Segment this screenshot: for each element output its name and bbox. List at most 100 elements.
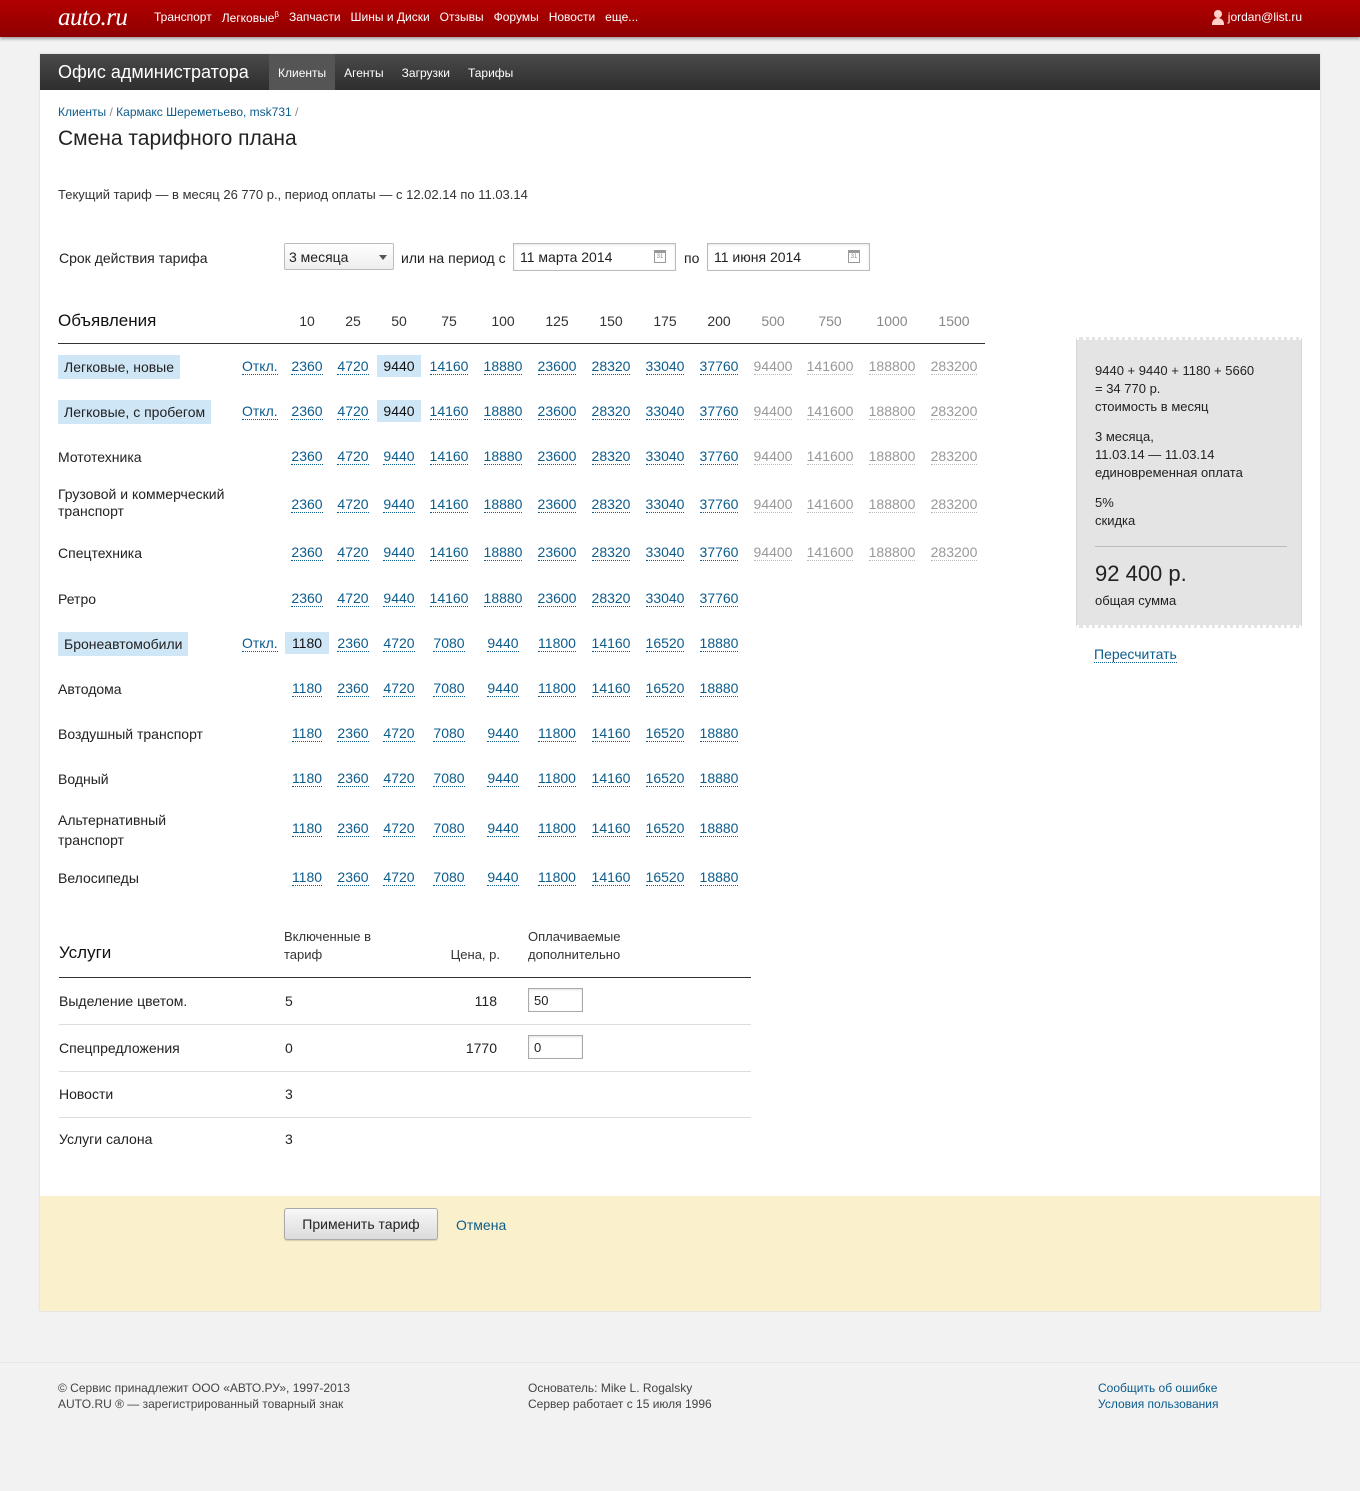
services-divider: [59, 977, 751, 978]
footer-server: Сервер работает с 15 июля 1996: [528, 1397, 712, 1411]
tariff-cell-value: 14160: [429, 544, 469, 561]
tariff-cell-value: 23600: [537, 496, 577, 513]
tariff-cell[interactable]: 188800: [860, 358, 924, 375]
tariff-cell-value: 37760: [699, 448, 739, 465]
column-header: 150: [599, 313, 623, 329]
tariff-cell[interactable]: 18880: [687, 635, 751, 652]
date-to-field[interactable]: 11 июня 2014 31: [707, 243, 870, 271]
apply-tariff-button[interactable]: Применить тариф: [284, 1208, 438, 1240]
tariff-cell[interactable]: 18880: [687, 770, 751, 787]
calendar-icon[interactable]: 31: [654, 250, 666, 263]
service-paid-input[interactable]: [528, 1035, 583, 1059]
tariff-cell[interactable]: 18880: [687, 680, 751, 697]
terms-link[interactable]: Условия пользования: [1098, 1396, 1219, 1412]
tariff-cell[interactable]: 283200: [922, 496, 986, 513]
tariff-cell[interactable]: 188800: [860, 448, 924, 465]
nav-item-cars[interactable]: Легковыеβ: [222, 10, 279, 25]
tariff-cell-value: 283200: [930, 544, 978, 561]
tariff-cell[interactable]: 283200: [922, 448, 986, 465]
tariff-cell-value: 11800: [538, 820, 576, 837]
tariff-cell[interactable]: 37760: [687, 590, 751, 607]
tariff-cell[interactable]: 9440: [377, 400, 421, 422]
tariff-cell-value: 37760: [699, 403, 739, 420]
tariff-cell[interactable]: 283200: [922, 358, 986, 375]
footer-about: Основатель: Mike L. Rogalsky Сервер рабо…: [528, 1380, 712, 1412]
tariff-cell-value: 141600: [806, 358, 854, 375]
tariff-cell[interactable]: 4720: [321, 358, 385, 375]
services-col-paid: Оплачиваемые дополнительно: [528, 929, 621, 962]
summary-duration: 3 месяца,: [1095, 429, 1154, 444]
nav-item-more[interactable]: еще...: [605, 10, 638, 25]
service-included: 3: [285, 1131, 293, 1147]
breadcrumb-separator: /: [295, 105, 299, 119]
breadcrumb-clients[interactable]: Клиенты: [58, 105, 106, 119]
tariff-cell-value: 4720: [337, 590, 369, 607]
tariff-cell[interactable]: 94400: [741, 496, 805, 513]
tariff-cell-value: 18880: [483, 544, 523, 561]
site-logo[interactable]: auto.ru: [58, 4, 128, 32]
tariff-cell[interactable]: 141600: [798, 544, 862, 561]
tariff-cell-value: 33040: [645, 403, 685, 420]
calendar-icon[interactable]: 31: [848, 250, 860, 263]
tariff-cell-value: 4720: [337, 496, 369, 513]
tariff-cell[interactable]: 18880: [687, 820, 751, 837]
ads-row-label: Велосипеды: [58, 870, 139, 886]
tariff-cell[interactable]: 18880: [687, 869, 751, 886]
tariff-cell-value: 14160: [429, 403, 469, 420]
breadcrumb-client[interactable]: Кармакс Шереметьево, msk731: [116, 105, 292, 119]
tariff-cell[interactable]: 283200: [922, 544, 986, 561]
user-email[interactable]: jordan@list.ru: [1228, 10, 1302, 24]
tariff-cell-value: 9440: [383, 496, 415, 513]
breadcrumb-separator: /: [109, 105, 113, 119]
tariff-cell[interactable]: 94400: [741, 403, 805, 420]
disable-link[interactable]: Откл.: [242, 403, 278, 420]
period-select[interactable]: 3 месяца: [284, 243, 394, 270]
nav-item-news[interactable]: Новости: [549, 10, 595, 25]
tariff-cell[interactable]: 141600: [798, 358, 862, 375]
nav-item-reviews[interactable]: Отзывы: [440, 10, 484, 25]
cancel-link[interactable]: Отмена: [456, 1217, 506, 1233]
tariff-cell-value: 23600: [537, 448, 577, 465]
summary-discount-label: скидка: [1095, 513, 1136, 528]
tariff-cell-value: 7080: [433, 680, 465, 697]
tariff-cell[interactable]: 4720: [321, 403, 385, 420]
column-header: 750: [818, 313, 842, 329]
disable-link[interactable]: Откл.: [242, 635, 278, 652]
tariff-cell[interactable]: 283200: [922, 403, 986, 420]
service-paid-input[interactable]: [528, 988, 583, 1012]
tariff-cell[interactable]: 141600: [798, 403, 862, 420]
ads-row-label[interactable]: Бронеавтомобили: [58, 632, 189, 656]
tariff-cell[interactable]: 188800: [860, 403, 924, 420]
ads-row-label[interactable]: Легковые, новые: [58, 355, 181, 379]
tariff-cell[interactable]: 94400: [741, 358, 805, 375]
tab-tariffs[interactable]: Тарифы: [459, 54, 522, 90]
tab-agents[interactable]: Агенты: [335, 54, 393, 90]
nav-item-tires[interactable]: Шины и Диски: [351, 10, 430, 25]
tariff-cell[interactable]: 94400: [741, 448, 805, 465]
date-from-field[interactable]: 11 марта 2014 31: [513, 243, 676, 271]
nav-item-parts[interactable]: Запчасти: [289, 10, 341, 25]
nav-item-transport[interactable]: Транспорт: [154, 10, 212, 25]
tariff-cell[interactable]: 188800: [860, 544, 924, 561]
column-header: 500: [761, 313, 785, 329]
tariff-cell[interactable]: 141600: [798, 496, 862, 513]
column-header: 125: [545, 313, 569, 329]
tariff-cell-value: 94400: [753, 544, 793, 561]
nav-item-forums[interactable]: Форумы: [494, 10, 539, 25]
tab-uploads[interactable]: Загрузки: [393, 54, 459, 90]
tariff-cell-value: 283200: [930, 448, 978, 465]
tariff-cell-value: 9440: [383, 544, 415, 561]
tab-clients[interactable]: Клиенты: [269, 54, 336, 90]
recalculate-link[interactable]: Пересчитать: [1094, 646, 1177, 663]
period-or-label: или на период с: [401, 250, 506, 266]
tariff-cell[interactable]: 9440: [377, 355, 421, 377]
user-menu[interactable]: jordan@list.ru: [1211, 9, 1302, 25]
disable-link[interactable]: Откл.: [242, 358, 278, 375]
services-row-divider: [59, 1071, 751, 1072]
tariff-cell[interactable]: 188800: [860, 496, 924, 513]
ads-row-label[interactable]: Легковые, с пробегом: [58, 400, 212, 424]
report-error-link[interactable]: Сообщить об ошибке: [1098, 1380, 1219, 1396]
tariff-cell[interactable]: 141600: [798, 448, 862, 465]
tariff-cell[interactable]: 18880: [687, 725, 751, 742]
tariff-cell[interactable]: 94400: [741, 544, 805, 561]
